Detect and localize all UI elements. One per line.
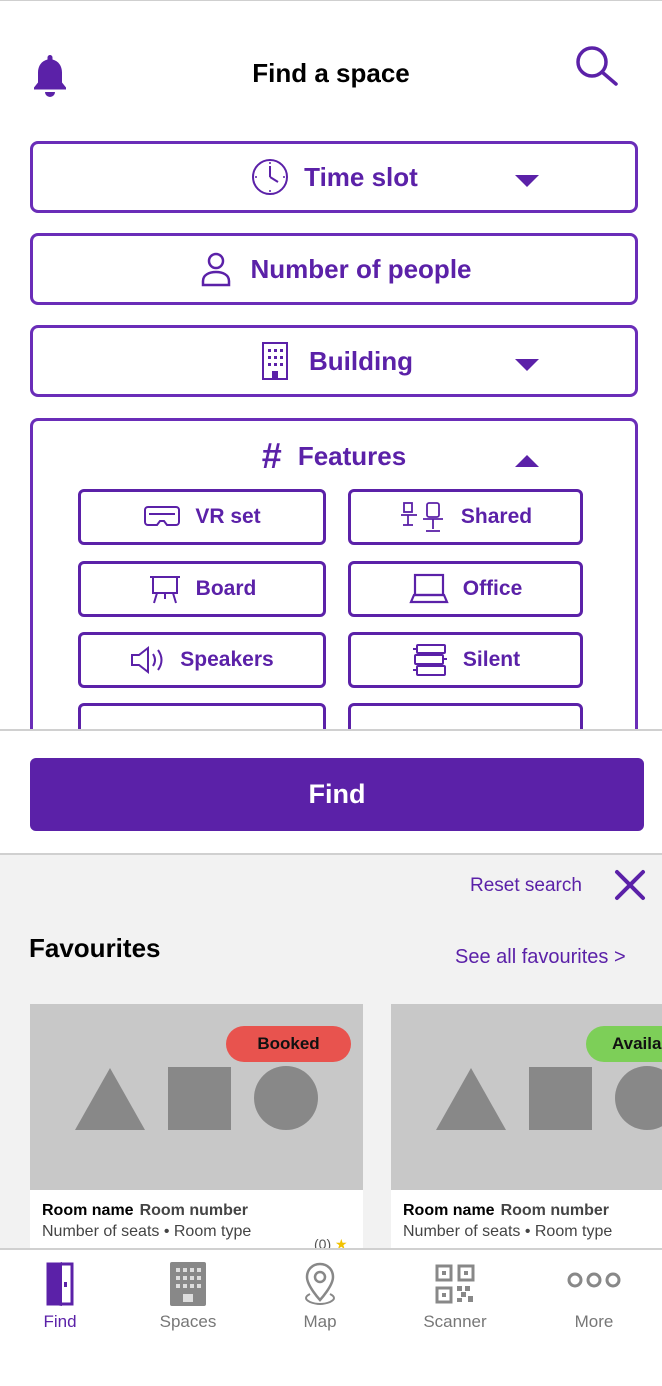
nav-label: Spaces [159,1312,217,1331]
chip-label: Shared [460,505,533,528]
chip-label: Office [462,577,523,600]
bottom-nav: Find Spaces Map Scanner More [0,1248,662,1386]
search-icon[interactable] [574,44,618,88]
room-info: Room name Room number Number of seats • R… [42,1202,251,1241]
map-pin-icon [305,1262,335,1305]
time-slot-dropdown[interactable]: Time slot [30,141,638,213]
clock-icon [252,159,289,195]
find-button[interactable]: Find [30,758,644,831]
room-card[interactable]: Booked Room name Room number Number of se… [30,1004,363,1248]
status-badge: Availa [586,1026,662,1062]
room-number: Room number [139,1202,249,1219]
chevron-up-icon[interactable] [515,455,539,467]
chip-label: VR set [195,505,261,528]
room-subtitle: Number of seats • Room type [403,1223,613,1240]
chip-board[interactable]: Board [78,561,326,617]
number-of-people-field[interactable]: Number of people [30,233,638,305]
favourites-title: Favourites [29,933,161,963]
nav-label: More [574,1312,614,1331]
board-icon [149,576,180,604]
person-icon [202,252,231,287]
star-icon: ★ [335,1236,348,1248]
number-of-people-label: Number of people [250,253,472,284]
room-name: Room name [403,1202,495,1219]
building-icon [262,342,288,380]
close-icon[interactable] [612,867,648,903]
books-icon [412,644,447,676]
chip-partial[interactable] [78,703,326,730]
nav-label: Find [43,1312,77,1331]
room-info: Room name Room number Number of seats • R… [403,1202,612,1241]
chip-partial[interactable] [348,703,583,730]
time-slot-label: Time slot [304,161,418,192]
nav-label: Map [303,1312,337,1331]
see-all-favourites-link[interactable]: See all favourites > [455,946,626,969]
reset-search-link[interactable]: Reset search [470,875,582,897]
qr-code-icon [435,1264,475,1304]
chip-label: Silent [462,648,521,671]
room-subtitle: Number of seats • Room type [42,1223,252,1240]
chip-speakers[interactable]: Speakers [78,632,326,688]
chip-label: Board [195,577,257,600]
vr-headset-icon [144,506,181,526]
building-dropdown[interactable]: Building [30,325,638,397]
chip-label: Speakers [180,648,274,671]
divider [0,729,662,731]
chip-office[interactable]: Office [348,561,583,617]
hashtag-icon: # [261,435,282,476]
room-name: Room name [42,1202,134,1219]
chip-shared[interactable]: Shared [348,489,583,545]
page-title: Find a space [252,58,410,88]
rating: (0) ★ [314,1236,348,1248]
features-panel: # Features VR set Shared Board Office Sp… [30,418,638,730]
features-label: Features [297,440,407,471]
rating-count: (0) [314,1236,332,1248]
chevron-down-icon [515,175,539,187]
chevron-down-icon [515,359,539,371]
status-badge: Booked [226,1026,351,1062]
results-section: Reset search Favourites See all favourit… [0,855,662,1248]
nav-label: Scanner [423,1312,487,1331]
laptop-icon [409,573,449,604]
features-header[interactable]: # Features [33,435,635,477]
chip-silent[interactable]: Silent [348,632,583,688]
room-number: Room number [500,1202,610,1219]
shared-desk-icon [400,502,443,532]
building-label: Building [309,345,413,376]
chip-vr-set[interactable]: VR set [78,489,326,545]
top-divider [0,0,662,1]
room-card[interactable]: Availa Room name Room number Number of se… [391,1004,662,1248]
more-icon [567,1272,621,1288]
door-icon [46,1262,74,1306]
building-icon [170,1262,206,1306]
speaker-icon [131,645,163,675]
